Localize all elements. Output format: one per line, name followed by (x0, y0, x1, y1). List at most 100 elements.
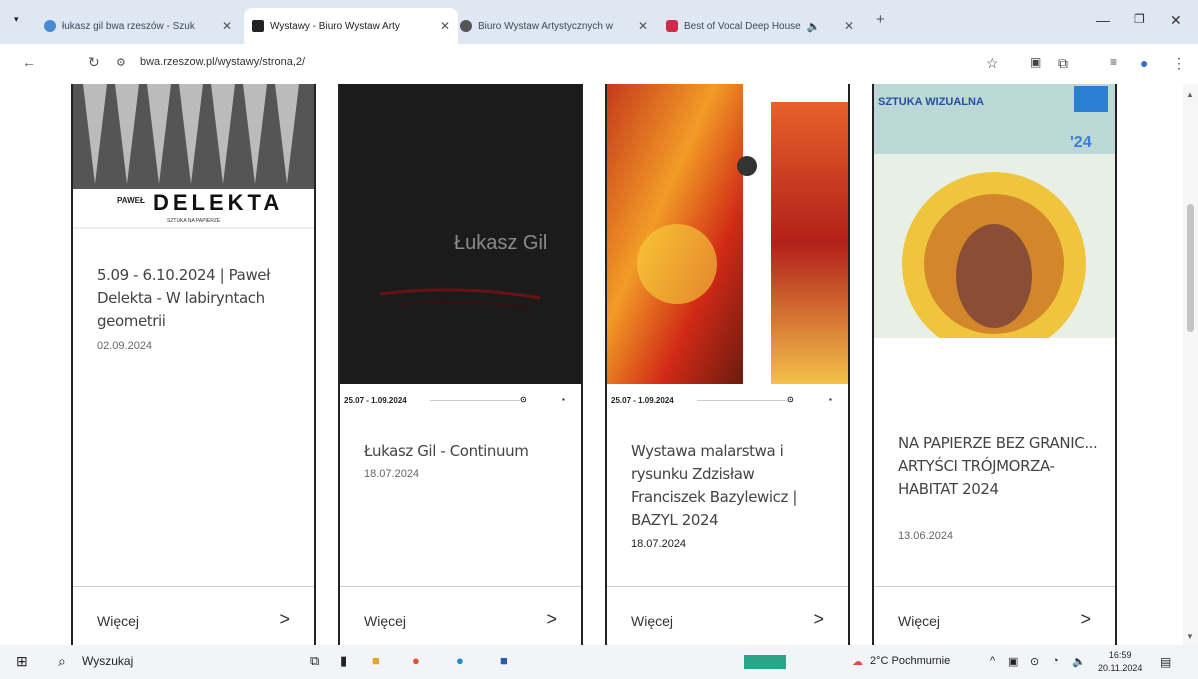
card-title[interactable]: NA PAPIERZE BEZ GRANIC... ARTYŚCI TRÓJMO… (898, 432, 1099, 501)
tag-icon: ▪ (829, 395, 832, 404)
poster-art (874, 84, 1115, 384)
tab-youtube[interactable]: Best of Vocal Deep House 🔈 ✕ (666, 8, 862, 44)
poster-image[interactable] (607, 84, 848, 384)
tab-title: Wystawy - Biuro Wystaw Arty (270, 20, 400, 32)
tab-search[interactable]: łukasz gil bwa rzeszów - Szuk ✕ (44, 8, 240, 44)
speaker-icon[interactable]: 🔈 (807, 20, 821, 33)
taskbar-app-bar[interactable] (744, 655, 786, 669)
exhibition-card[interactable]: SZTUKA WIZUALNA '24 NA PAPIERZE BEZ GRAN… (872, 84, 1117, 645)
battery-icon[interactable]: ⊙ (1030, 655, 1039, 668)
close-tab-icon[interactable]: ✕ (222, 19, 240, 33)
tab-biuro[interactable]: Biuro Wystaw Artystycznych w ✕ (460, 8, 656, 44)
exhibition-card[interactable]: Łukasz Gil 25.07 - 1.09.2024 ⊙ ▪ Łukasz … (338, 84, 583, 645)
scroll-down-icon[interactable]: ▼ (1186, 632, 1194, 641)
network-icon[interactable]: ▣ (1008, 655, 1018, 668)
poster-image[interactable]: SZTUKA WIZUALNA '24 (874, 84, 1115, 384)
more-link[interactable]: Więcej > (73, 586, 314, 645)
tab-search-chevron-icon[interactable]: ▾ (14, 14, 19, 25)
address-bar-row: ← ↻ ⚙ bwa.rzeszow.pl/wystawy/strona,2/ ☆… (0, 44, 1198, 84)
card-title[interactable]: Wystawa malarstwa i rysunku Zdzisław Fra… (631, 440, 832, 532)
clock-time: 16:59 (1108, 650, 1132, 660)
more-link[interactable]: Więcej > (607, 586, 848, 645)
clock-date: 20.11.2024 (1098, 663, 1143, 673)
weather-text[interactable]: 2°C Pochmurnie (870, 655, 950, 667)
reading-list-icon[interactable]: ≡ (1110, 55, 1117, 69)
site-info-icon[interactable]: ⚙ (116, 56, 126, 69)
tab-title: Biuro Wystaw Artystycznych w (478, 20, 613, 32)
date-range: 25.07 - 1.09.2024 (344, 396, 407, 405)
file-explorer-icon[interactable]: ■ (372, 653, 380, 668)
poster-name: PAWEŁ (117, 196, 145, 205)
taskbar-search[interactable]: Wyszukaj (82, 654, 133, 668)
back-icon[interactable]: ← (22, 54, 36, 70)
card-title[interactable]: 5.09 - 6.10.2024 | Paweł Delekta - W lab… (97, 264, 298, 333)
bookmark-star-icon[interactable]: ☆ (986, 55, 999, 72)
chevron-right-icon: > (1080, 609, 1091, 629)
task-view-icon[interactable]: ⧉ (310, 653, 319, 669)
window-close-icon[interactable]: ✕ (1170, 12, 1182, 29)
close-tab-icon[interactable]: ✕ (844, 19, 862, 33)
divider (430, 400, 520, 401)
card-title[interactable]: Łukasz Gil - Continuum (364, 440, 565, 463)
poster-sub: SZTUKA NA PAPIERZE (167, 218, 221, 224)
extensions-icon[interactable]: ⧉ (1058, 55, 1068, 72)
browser-tab-bar: ▾ łukasz gil bwa rzeszów - Szuk ✕ Wystaw… (0, 0, 1198, 44)
new-tab-button[interactable]: + (876, 11, 885, 28)
bwa-logo-icon (252, 20, 264, 32)
close-tab-icon[interactable]: ✕ (638, 19, 656, 33)
tab-wystawy[interactable]: Wystawy - Biuro Wystaw Arty ✕ (244, 8, 458, 44)
windows-start-icon[interactable]: ⊞ (16, 653, 28, 670)
person-icon: ⊙ (520, 395, 527, 404)
poster-text: SZTUKA WIZUALNA (878, 96, 984, 108)
tag-icon: ▪ (562, 395, 565, 404)
windows-taskbar: ⊞ ⌕ Wyszukaj ⧉ ▮ ■ ● ● ■ ☁ 2°C Pochmurni… (0, 645, 1198, 679)
person-icon: ⊙ (787, 395, 794, 404)
clock[interactable]: 16:59 20.11.2024 (1098, 649, 1142, 675)
scroll-up-icon[interactable]: ▲ (1186, 90, 1194, 99)
poster-art (607, 84, 848, 384)
edge-icon[interactable]: ● (456, 653, 464, 668)
wifi-icon[interactable]: ◔ (1052, 655, 1059, 667)
tray-chevron-icon[interactable]: ^ (990, 655, 995, 667)
menu-icon[interactable]: ⋮ (1172, 55, 1186, 72)
more-link[interactable]: Więcej > (874, 586, 1115, 645)
minimize-icon[interactable]: — (1096, 12, 1110, 28)
scrollbar-thumb[interactable] (1187, 204, 1194, 332)
exhibition-card[interactable]: PAWEŁ DELEKTA SZTUKA NA PAPIERZE 5.09 - … (71, 84, 316, 645)
url-field[interactable]: bwa.rzeszow.pl/wystawy/strona,2/ (140, 56, 305, 68)
reload-icon[interactable]: ↻ (88, 54, 100, 71)
exhibition-card[interactable]: 25.07 - 1.09.2024 ⊙ ▪ Wystawa malarstwa … (605, 84, 850, 645)
divider (697, 400, 787, 401)
restore-icon[interactable]: ❐ (1134, 12, 1145, 26)
youtube-icon (666, 20, 678, 32)
meta-row: 25.07 - 1.09.2024 ⊙ ▪ (607, 390, 848, 412)
poster-title: DELEKTA (153, 190, 284, 215)
card-date: 18.07.2024 (631, 538, 687, 550)
chevron-right-icon: > (546, 609, 557, 629)
globe-icon (460, 20, 472, 32)
profile-icon[interactable]: ● (1140, 55, 1148, 71)
card-date: 18.07.2024 (364, 468, 420, 480)
more-label: Więcej (898, 613, 941, 629)
more-label: Więcej (364, 613, 407, 629)
poster-image[interactable]: Łukasz Gil (340, 84, 581, 384)
more-link[interactable]: Więcej > (340, 586, 581, 645)
poster-image[interactable]: PAWEŁ DELEKTA SZTUKA NA PAPIERZE (73, 84, 314, 234)
scrollbar[interactable] (1183, 84, 1198, 645)
more-label: Więcej (97, 613, 140, 629)
card-date: 13.06.2024 (898, 530, 954, 542)
search-icon[interactable]: ⌕ (58, 653, 66, 670)
page-content: PAWEŁ DELEKTA SZTUKA NA PAPIERZE 5.09 - … (0, 84, 1198, 645)
taskbar-app-icon[interactable]: ▮ (340, 653, 347, 669)
poster-text: Łukasz Gil (454, 232, 548, 254)
volume-icon[interactable]: 🔈 (1072, 655, 1086, 668)
tab-title: Best of Vocal Deep House (684, 20, 801, 32)
chevron-right-icon: > (279, 609, 290, 629)
chrome-icon[interactable]: ● (412, 653, 420, 668)
outlook-icon[interactable]: ■ (500, 653, 508, 668)
close-tab-icon[interactable]: ✕ (440, 19, 458, 33)
more-label: Więcej (631, 613, 674, 629)
meta-row: 25.07 - 1.09.2024 ⊙ ▪ (340, 390, 581, 412)
notifications-icon[interactable]: ▤ (1160, 655, 1171, 669)
reader-icon[interactable]: ▣ (1030, 55, 1041, 69)
